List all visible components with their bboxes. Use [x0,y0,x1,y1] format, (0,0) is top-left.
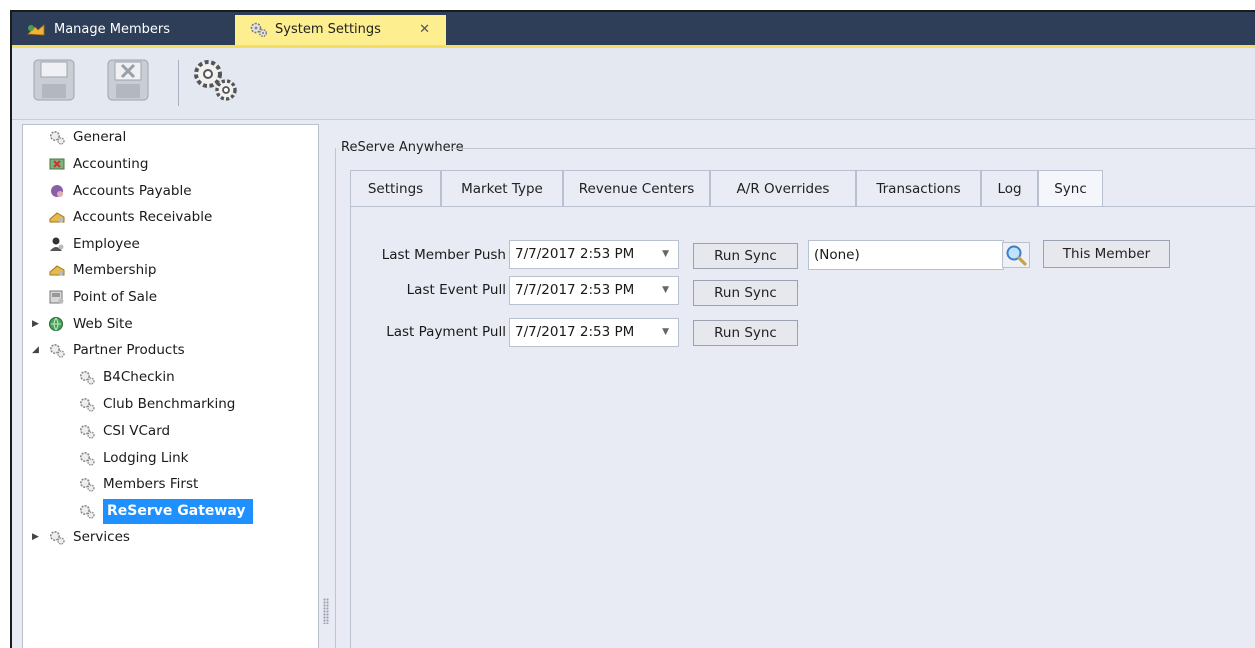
accounts-receivable-icon [49,212,65,223]
tab-settings[interactable]: Settings [350,170,441,206]
tab-transactions[interactable]: Transactions [856,170,981,206]
gears-icon [80,398,95,412]
tree-item-club-benchmarking[interactable]: Club Benchmarking [23,392,319,417]
tab-label: Manage Members [54,22,171,37]
dropdown-arrow-icon[interactable]: ▼ [662,277,669,304]
gears-icon [80,371,95,385]
tree-item-lodging-link[interactable]: Lodging Link [23,446,319,471]
tab-system-settings[interactable]: System Settings ✕ [235,15,446,45]
last-event-pull-label: Last Event Pull [406,282,506,298]
save-icon[interactable] [32,58,76,102]
last-payment-pull-label: Last Payment Pull [386,324,506,340]
tree-item-label: ReServe Gateway [103,499,254,524]
close-icon[interactable]: ✕ [419,15,430,45]
collapse-arrow-icon[interactable]: ◢ [32,338,39,363]
tree-item-partner-products[interactable]: ◢ Partner Products [23,338,319,363]
gears-icon [80,452,95,466]
last-member-push-label: Last Member Push [381,247,506,263]
tree-item-label: General [73,129,127,145]
gears-icon [250,22,267,37]
tree-item-label: Club Benchmarking [103,396,236,412]
group-title: ReServe Anywhere [341,140,464,155]
tab-manage-members[interactable]: Manage Members [16,15,232,45]
accounts-payable-icon [51,185,63,197]
tree-item-point-of-sale[interactable]: Point of Sale [23,285,319,310]
tree-item-accounts-receivable[interactable]: Accounts Receivable [23,205,319,230]
gears-icon [50,344,65,358]
tree-item-label: Partner Products [73,342,185,358]
search-icon[interactable] [1002,242,1030,268]
employee-icon [50,237,64,251]
toolbar [12,48,1255,120]
group-divider [452,148,1255,149]
last-event-pull-date[interactable]: 7/7/2017 2:53 PM ▼ [509,276,679,305]
this-member-button[interactable]: This Member [1043,240,1170,268]
app-window: Manage Members System Settings ✕ General… [10,10,1255,648]
tree-item-label: CSI VCard [103,423,171,439]
gears-icon [80,425,95,439]
accounting-icon [49,158,65,170]
gears-icon [80,505,95,519]
tree-item-label: Accounts Receivable [73,209,213,225]
tree-item-web-site[interactable]: ▶ Web Site [23,312,319,337]
expand-arrow-icon[interactable]: ▶ [32,312,39,337]
document-tab-strip: Manage Members System Settings ✕ [12,12,1255,48]
tree-item-label: Members First [103,476,199,492]
dropdown-arrow-icon[interactable]: ▼ [662,319,669,346]
tree-item-b4checkin[interactable]: B4Checkin [23,365,319,390]
last-member-push-date[interactable]: 7/7/2017 2:53 PM ▼ [509,240,679,269]
tab-sync[interactable]: Sync [1038,170,1103,208]
dropdown-arrow-icon[interactable]: ▼ [662,241,669,268]
pos-icon [49,290,64,304]
run-sync-event-pull-button[interactable]: Run Sync [693,280,798,306]
globe-icon [49,317,63,331]
tree-item-label: Accounting [73,156,149,172]
last-payment-pull-date[interactable]: 7/7/2017 2:53 PM ▼ [509,318,679,347]
tree-item-accounts-payable[interactable]: Accounts Payable [23,179,319,204]
tree-item-label: Membership [73,262,157,278]
members-icon [27,24,45,36]
tree-item-label: Employee [73,236,140,252]
tree-item-label: Web Site [73,316,133,332]
tree-item-label: Lodging Link [103,450,189,466]
tree-item-label: Services [73,529,130,545]
gears-icon [50,131,65,145]
tree-item-reserve-gateway[interactable]: ReServe Gateway [23,499,319,524]
gears-icon [50,531,65,545]
tree-item-general[interactable]: General [23,125,319,150]
tab-label: System Settings [275,22,381,37]
settings-tree: General Accounting Accounts Payable Account… [22,124,319,648]
tree-item-label: Accounts Payable [73,183,192,199]
gears-icon [80,478,95,492]
toolbar-separator [178,60,179,106]
tree-item-label: Point of Sale [73,289,158,305]
run-sync-member-push-button[interactable]: Run Sync [693,243,798,269]
tree-item-accounting[interactable]: Accounting [23,152,319,177]
tree-item-members-first[interactable]: Members First [23,472,319,497]
tree-item-csi-vcard[interactable]: CSI VCard [23,419,319,444]
tree-item-label: B4Checkin [103,369,175,385]
sync-tab-page [350,206,1255,648]
membership-icon [49,265,65,276]
member-lookup-input[interactable]: (None) [808,240,1004,270]
tab-market-type[interactable]: Market Type [441,170,563,206]
tab-revenue-centers[interactable]: Revenue Centers [563,170,710,206]
tree-item-services[interactable]: ▶ Services [23,525,319,550]
tab-ar-overrides[interactable]: A/R Overrides [710,170,856,206]
tab-log[interactable]: Log [981,170,1038,206]
run-sync-payment-pull-button[interactable]: Run Sync [693,320,798,346]
tree-item-employee[interactable]: Employee [23,232,319,257]
cancel-save-icon[interactable] [106,58,150,102]
settings-gears-icon[interactable] [190,56,240,104]
splitter-handle[interactable] [323,598,329,624]
expand-arrow-icon[interactable]: ▶ [32,525,39,550]
group-border [335,148,336,648]
tree-item-membership[interactable]: Membership [23,258,319,283]
